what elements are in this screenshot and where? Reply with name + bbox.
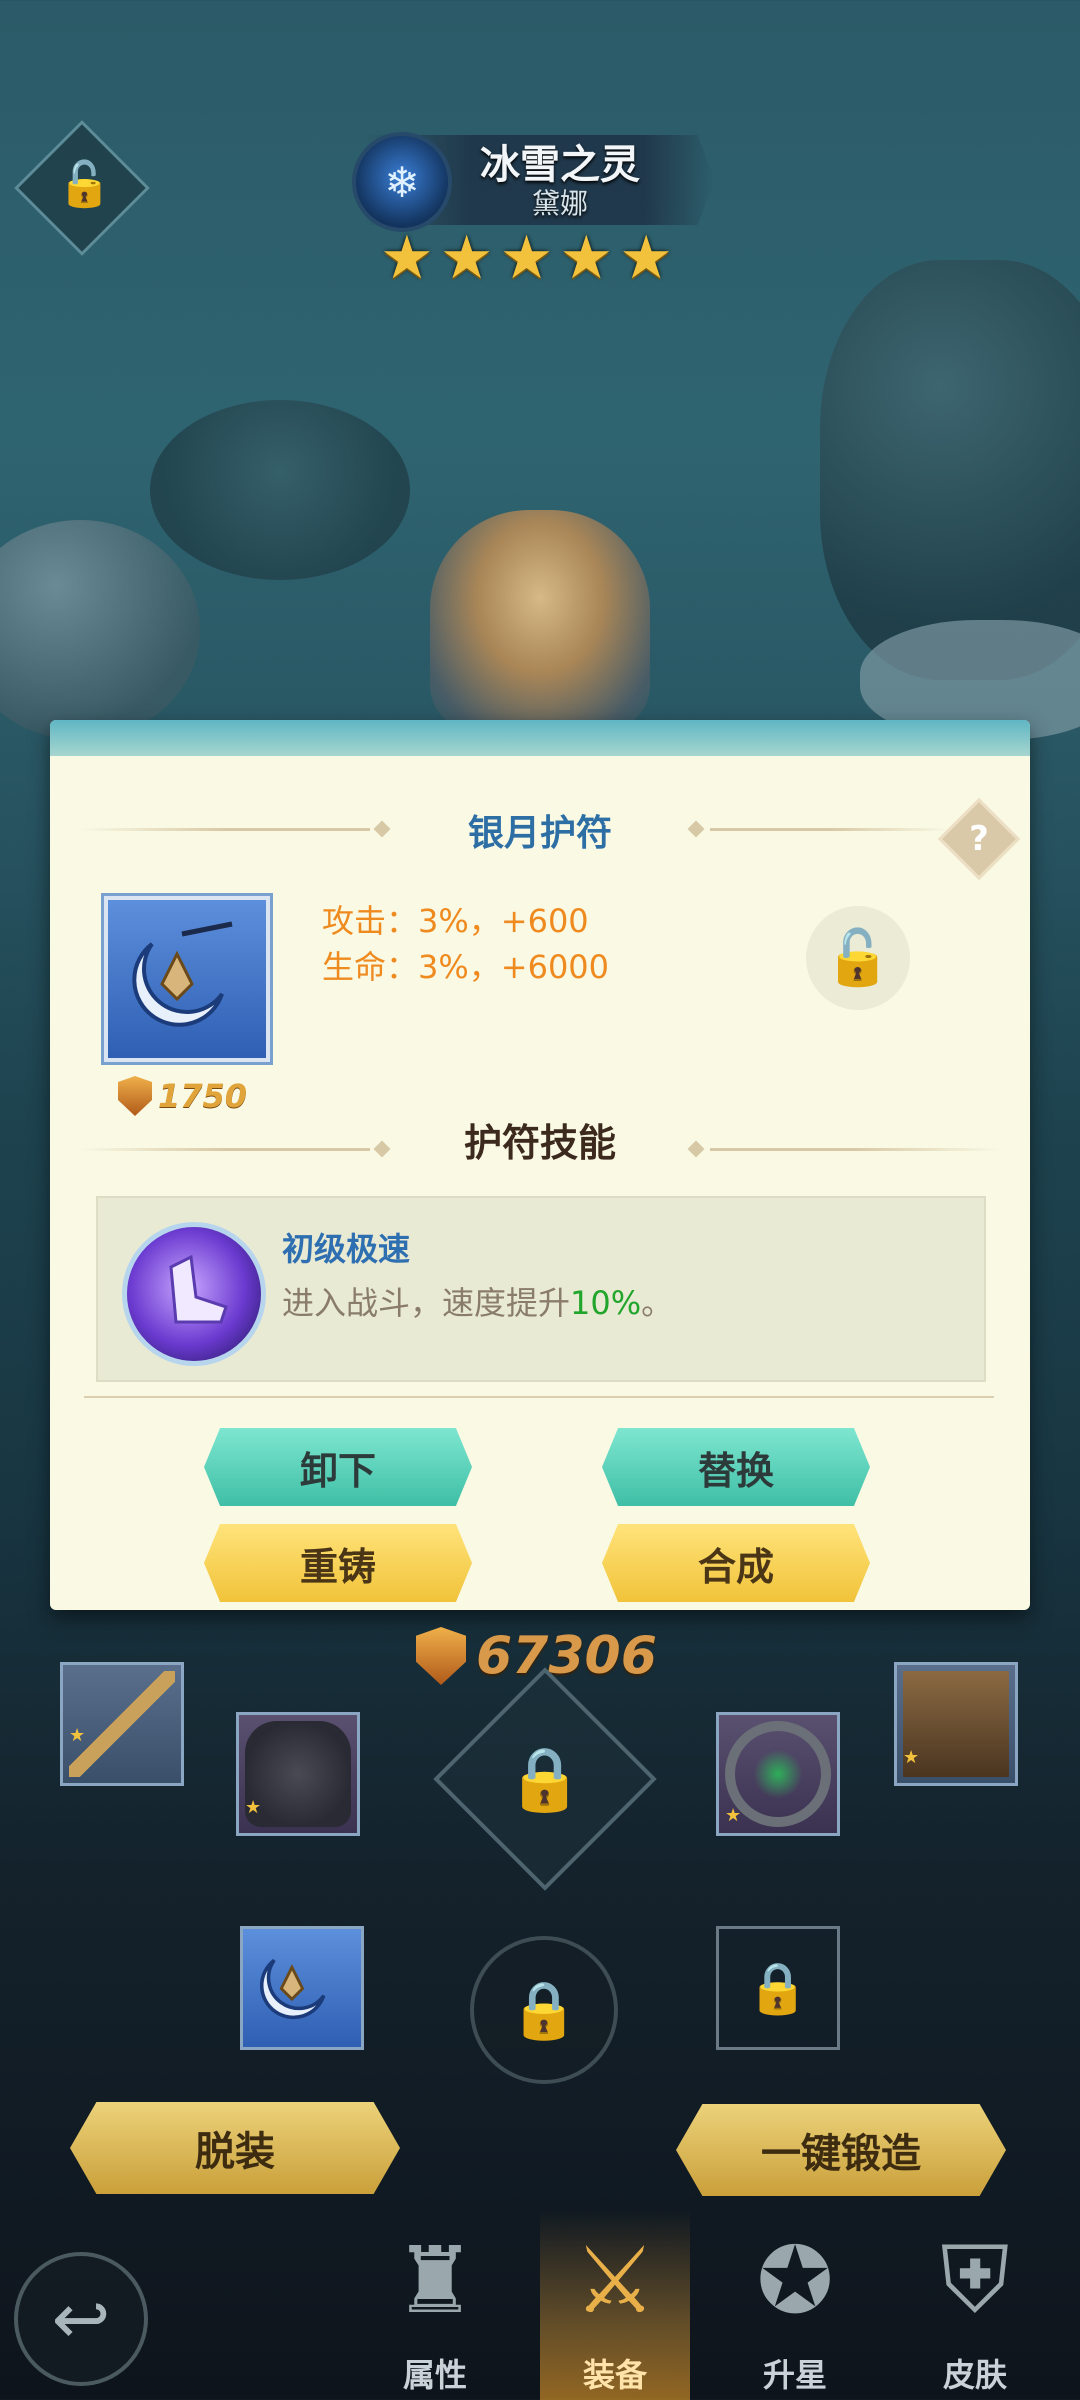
skill-desc-text: 进入战斗，速度提升 <box>282 1284 571 1322</box>
hero-class-emblem-icon: ❄ <box>352 132 452 232</box>
question-icon: ? <box>969 819 989 859</box>
equipment-slot-boots[interactable]: ★ <box>894 1662 1018 1786</box>
item-power-value: 1750 <box>158 1077 248 1115</box>
skill-description: 进入战斗，速度提升10%。 <box>282 1278 673 1324</box>
tab-skins[interactable]: ⛨ 皮肤 <box>900 2210 1050 2400</box>
locked-slot: 🔒 <box>433 1667 657 1891</box>
hero-star-rating: ★ ★ ★ ★ ★ <box>380 228 673 288</box>
item-name: 银月护符 <box>467 813 612 854</box>
strip-equipment-button[interactable]: 脱装 <box>70 2102 400 2194</box>
one-click-forge-button[interactable]: 一键锻造 <box>676 2104 1006 2196</box>
back-arrow-icon: ↩ <box>51 2278 111 2360</box>
star-icon: ★ <box>69 1725 86 1746</box>
equipment-slot-armor[interactable]: ★ <box>236 1712 360 1836</box>
crossed-swords-icon: ⚔ <box>573 2226 657 2334</box>
equipment-slot-empty[interactable]: 🔒 <box>716 1926 840 2050</box>
reforge-button[interactable]: 重铸 <box>204 1524 472 1602</box>
total-power-value: 67306 <box>476 1626 657 1686</box>
padlock-icon: 🔒 <box>509 1978 579 2043</box>
hero-subname: 黛娜 <box>531 187 588 220</box>
background-rock <box>150 400 410 580</box>
unlocked-padlock-icon: 🔓 <box>824 926 892 989</box>
stat-health: 生命：3%，+6000 <box>322 948 610 986</box>
item-detail-panel: 银月护符 ? 1750 攻击：3%，+600 生命：3%，+6000 🔓 护符技… <box>50 720 1030 1610</box>
replace-button[interactable]: 替换 <box>602 1428 870 1506</box>
tab-star-up[interactable]: ✪ 升星 <box>720 2210 870 2400</box>
item-lock-button[interactable]: 🔓 <box>806 906 910 1010</box>
padlock-icon: 🔒 <box>746 1958 810 2017</box>
armor-skin-icon: ⛨ <box>940 2225 1010 2333</box>
equipment-slot-weapon[interactable]: ★ <box>60 1662 184 1786</box>
star-icon: ★ <box>725 1805 742 1826</box>
tab-equipment[interactable]: ⚔ 装备 <box>540 2210 690 2400</box>
equipment-slot-amulet[interactable] <box>240 1926 364 2050</box>
star-icon: ★ <box>245 1797 262 1818</box>
combine-button[interactable]: 合成 <box>602 1524 870 1602</box>
amulet-icon <box>259 1958 326 2020</box>
star-icon: ★ <box>559 223 614 293</box>
hero-character-image <box>430 510 650 730</box>
back-button[interactable]: ↩ <box>14 2252 148 2386</box>
stat-attack: 攻击：3%，+600 <box>322 902 589 940</box>
unequip-button[interactable]: 卸下 <box>204 1428 472 1506</box>
star-icon: ★ <box>499 223 554 293</box>
star-shield-icon: ✪ <box>756 2226 834 2334</box>
skill-card: 初级极速 进入战斗，速度提升10%。 <box>96 1196 986 1382</box>
tab-label: 皮肤 <box>942 2356 1007 2394</box>
skill-name: 初级极速 <box>282 1230 411 1268</box>
sword-icon <box>69 1671 175 1777</box>
tab-label: 属性 <box>402 2356 467 2394</box>
skill-desc-text: 。 <box>641 1284 674 1322</box>
background-rock <box>820 260 1080 680</box>
star-icon: ★ <box>619 223 673 293</box>
section-divider <box>84 1396 994 1398</box>
padlock-icon: 🔓 <box>57 159 113 211</box>
helmet-icon: ♜ <box>393 2226 477 2334</box>
power-shield-icon <box>416 1627 466 1685</box>
background-rock <box>0 520 200 740</box>
equipment-slot-ring[interactable]: ★ <box>716 1712 840 1836</box>
padlock-icon: 🔒 <box>506 1742 584 1815</box>
power-shield-icon <box>118 1076 152 1116</box>
locked-slot: 🔒 <box>470 1936 618 2084</box>
speed-boot-skill-icon <box>122 1222 266 1366</box>
star-icon: ★ <box>903 1747 920 1768</box>
skill-section-title: 护符技能 <box>463 1121 616 1165</box>
amulet-item-icon <box>104 896 270 1062</box>
tab-label: 升星 <box>762 2356 827 2394</box>
tab-label: 装备 <box>582 2356 647 2394</box>
star-icon: ★ <box>380 223 434 293</box>
lock-toggle-button[interactable]: 🔓 <box>14 120 150 256</box>
item-power: 1750 <box>118 1076 247 1116</box>
skill-desc-value: 10% <box>570 1284 642 1322</box>
tab-attributes[interactable]: ♜ 属性 <box>360 2210 510 2400</box>
star-icon: ★ <box>439 223 494 293</box>
